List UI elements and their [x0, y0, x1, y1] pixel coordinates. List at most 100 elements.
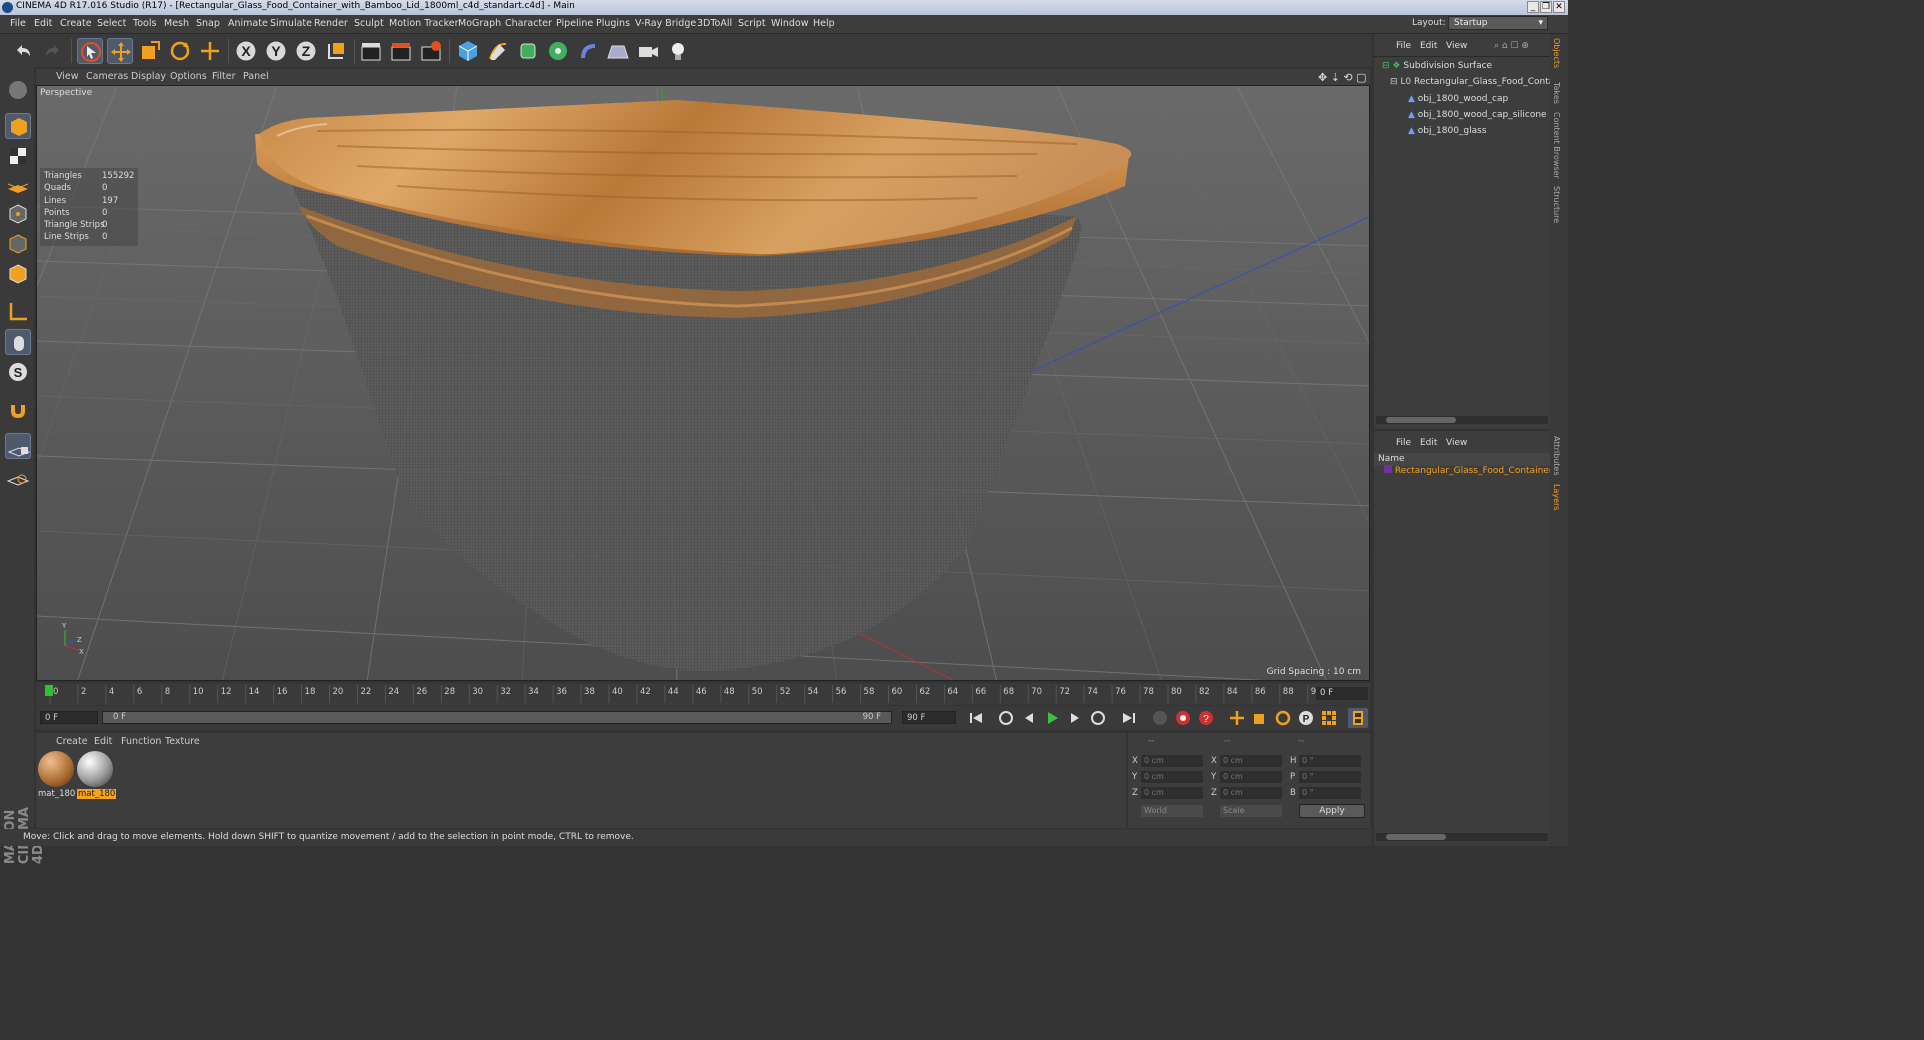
size-mode-dropdown[interactable]: Scale [1220, 805, 1282, 817]
layer-name-column[interactable]: Name [1378, 454, 1405, 464]
material-preview-wood[interactable] [38, 751, 74, 787]
key-rotation-button[interactable] [1273, 708, 1293, 728]
magnet-button[interactable] [5, 397, 31, 423]
workplane-mode-button[interactable] [5, 171, 31, 197]
menu-sculpt[interactable]: Sculpt [354, 18, 384, 29]
apply-button[interactable]: Apply [1299, 804, 1365, 818]
frame-range-slider[interactable]: 0 F 90 F [102, 711, 892, 724]
menu-help[interactable]: Help [813, 18, 835, 29]
current-frame-field[interactable]: 0 F [1316, 687, 1368, 700]
viewport-menu-cameras[interactable]: Cameras [86, 71, 128, 82]
viewport-menu-display[interactable]: Display [131, 71, 166, 82]
object-menu-view[interactable]: View [1446, 41, 1467, 51]
axis-mode-button[interactable] [5, 299, 31, 325]
viewport-camera-label[interactable]: Perspective [40, 88, 92, 98]
cloner-button[interactable] [545, 38, 571, 64]
go-to-start-button[interactable] [966, 708, 986, 728]
light-button[interactable] [665, 38, 691, 64]
layout-dropdown[interactable]: Startup ▾ [1448, 16, 1548, 30]
record-button[interactable] [1173, 708, 1193, 728]
tree-item-subdivision-surface[interactable]: ⊟ ❖ Subdivision Surface [1382, 61, 1492, 71]
scrollbar-thumb[interactable] [1386, 417, 1456, 423]
cube-primitive-button[interactable] [455, 38, 481, 64]
layer-menu-edit[interactable]: Edit [1420, 438, 1437, 448]
snap-button[interactable]: S [5, 359, 31, 385]
viewport-menu-filter[interactable]: Filter [212, 71, 236, 82]
object-manager-tool-icons[interactable]: ⌕ ⌂ ☐ ⊕ [1494, 41, 1529, 51]
end-frame-field[interactable]: 90 F [902, 711, 956, 724]
object-menu-file[interactable]: File [1396, 41, 1411, 51]
menu-mesh[interactable]: Mesh [164, 18, 189, 29]
live-selection-button[interactable] [77, 38, 103, 64]
object-menu-edit[interactable]: Edit [1420, 41, 1437, 51]
key-pla-button[interactable] [1319, 708, 1339, 728]
key-position-button[interactable] [1227, 708, 1247, 728]
tab-structure[interactable]: Structure [1552, 186, 1561, 223]
next-frame-button[interactable] [1065, 708, 1085, 728]
timeline-playhead[interactable] [45, 685, 53, 696]
x-axis-lock-button[interactable]: X [233, 38, 259, 64]
menu-simulate[interactable]: Simulate [270, 18, 312, 29]
perspective-viewport[interactable]: Y X Z Perspective Triangles 155292 Quads 0… [36, 85, 1370, 681]
record-disabled-button[interactable] [1150, 708, 1170, 728]
position-y-field[interactable]: 0 cm [1141, 771, 1203, 783]
menu-vray-bridge[interactable]: V-Ray Bridge [635, 18, 696, 29]
viewport-navigation-icons[interactable]: ✥ ⇣ ⟲ ▢ [1318, 71, 1367, 84]
undo-button[interactable] [10, 38, 36, 64]
material-menu-edit[interactable]: Edit [94, 736, 112, 747]
material-preview-glass[interactable] [77, 751, 113, 787]
move-tool-button[interactable] [107, 38, 133, 64]
material-menu-create[interactable]: Create [56, 736, 88, 747]
y-axis-lock-button[interactable]: Y [263, 38, 289, 64]
viewport-menu-view[interactable]: View [56, 71, 79, 82]
menu-motion-tracker[interactable]: Motion Tracker [389, 18, 459, 29]
scale-tool-button[interactable] [137, 38, 163, 64]
menu-pipeline[interactable]: Pipeline [556, 18, 593, 29]
workplane-align-button[interactable] [5, 463, 31, 489]
previous-key-button[interactable] [996, 708, 1016, 728]
menu-render[interactable]: Render [314, 18, 348, 29]
scrollbar-thumb[interactable] [1386, 834, 1446, 840]
key-parameter-button[interactable]: P [1296, 708, 1316, 728]
rotate-tool-button[interactable] [167, 38, 193, 64]
horizontal-scrollbar[interactable] [1376, 833, 1548, 841]
menu-tools[interactable]: Tools [133, 18, 156, 29]
menu-plugins[interactable]: Plugins [596, 18, 630, 29]
tab-layers[interactable]: Layers [1552, 484, 1561, 510]
menu-window[interactable]: Window [771, 18, 808, 29]
tab-content-browser[interactable]: Content Browser [1552, 112, 1561, 179]
tree-item-wood-cap[interactable]: ▲ obj_1800_wood_cap [1408, 94, 1508, 104]
size-y-field[interactable]: 0 cm [1220, 771, 1282, 783]
next-key-button[interactable] [1088, 708, 1108, 728]
z-axis-lock-button[interactable]: Z [293, 38, 319, 64]
menu-animate[interactable]: Animate [228, 18, 268, 29]
coordinate-mode-dropdown[interactable]: World [1141, 805, 1203, 817]
restore-button[interactable]: ❐ [1540, 1, 1552, 13]
start-frame-field[interactable]: 0 F [40, 711, 98, 724]
tree-item-wood-cap-silicone[interactable]: ▲ obj_1800_wood_cap_silicone [1408, 110, 1547, 120]
size-x-field[interactable]: 0 cm [1220, 755, 1282, 767]
rotation-h-field[interactable]: 0 ° [1299, 755, 1361, 767]
position-z-field[interactable]: 0 cm [1141, 787, 1203, 799]
points-mode-button[interactable] [5, 201, 31, 227]
menu-3dtoall[interactable]: 3DToAll [697, 18, 732, 29]
menu-edit[interactable]: Edit [34, 18, 52, 29]
layer-menu-file[interactable]: File [1396, 438, 1411, 448]
key-scale-button[interactable] [1250, 708, 1270, 728]
material-label[interactable]: mat_180 [38, 789, 75, 799]
position-x-field[interactable]: 0 cm [1141, 755, 1203, 767]
tab-objects[interactable]: Objects [1552, 38, 1561, 68]
minimize-button[interactable]: _ [1527, 1, 1539, 13]
floor-button[interactable] [605, 38, 631, 64]
menu-file[interactable]: File [10, 18, 26, 29]
close-button[interactable]: ✕ [1553, 1, 1565, 13]
material-menu-texture[interactable]: Texture [165, 736, 200, 747]
texture-mode-button[interactable] [5, 143, 31, 169]
material-label-selected[interactable]: mat_180 [77, 789, 117, 799]
pen-spline-button[interactable] [485, 38, 511, 64]
tree-item-container-null[interactable]: ⊟ L0 Rectangular_Glass_Food_Containe [1390, 77, 1568, 87]
deformer-button[interactable] [575, 38, 601, 64]
menu-mograph[interactable]: MoGraph [458, 18, 501, 29]
tab-attributes[interactable]: Attributes [1552, 436, 1561, 476]
make-editable-button[interactable] [5, 77, 31, 103]
